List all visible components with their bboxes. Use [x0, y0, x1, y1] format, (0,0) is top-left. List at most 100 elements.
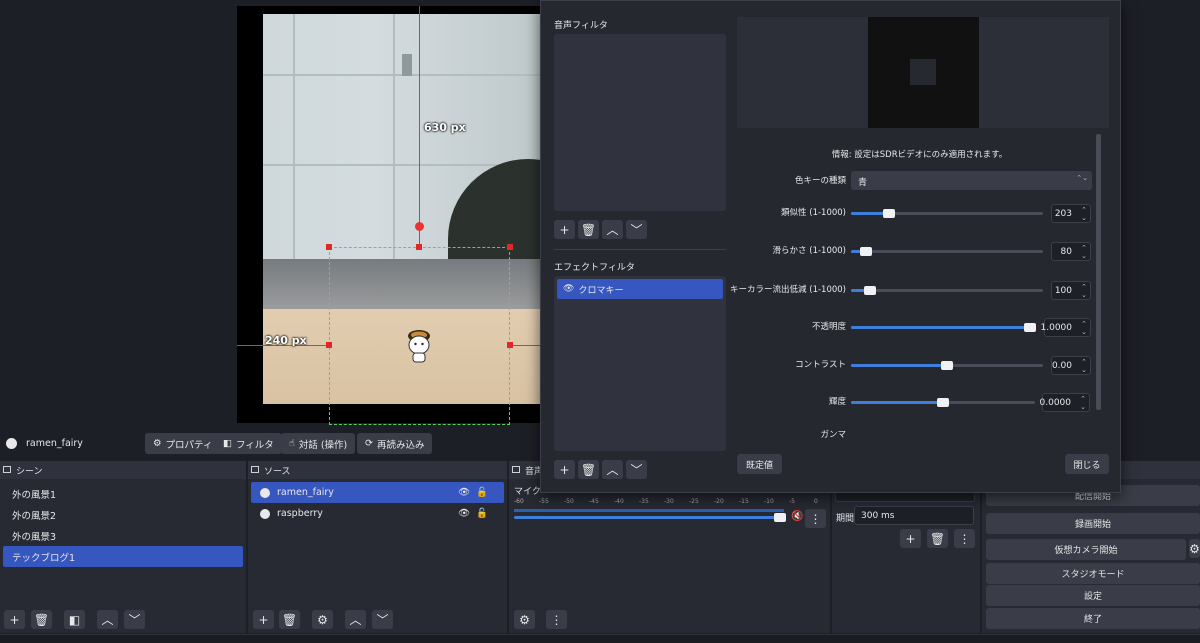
move-scene-up-button[interactable]: ︿ [97, 610, 118, 629]
channel-menu-button[interactable]: ⋮ [805, 509, 826, 528]
defaults-button[interactable]: 既定値 [737, 454, 782, 474]
spin-arrows-icon[interactable]: ⌃ ⌄ [1081, 206, 1087, 222]
lock-icon[interactable]: 🔓 [476, 508, 488, 519]
move-effect-filter-up-button[interactable]: ︿ [602, 460, 623, 479]
add-source-button[interactable]: + [253, 610, 274, 629]
scene-item[interactable]: 外の風景2 [3, 504, 243, 525]
meter-scale-tick: -20 [714, 498, 724, 505]
resize-handle[interactable] [326, 342, 332, 348]
move-source-down-button[interactable]: ﹀ [372, 610, 393, 629]
remove-audio-filter-button[interactable]: 🗑 [578, 220, 599, 239]
scene-item-selected[interactable]: テックブログ1 [3, 546, 243, 567]
property-slider[interactable] [851, 361, 1043, 370]
property-label: キーカラー流出低減 (1-1000) [730, 285, 846, 295]
property-spinbox[interactable]: 1.0000 ⌃ ⌄ [1041, 318, 1091, 337]
properties-scrollbar[interactable] [1096, 134, 1101, 410]
property-spinbox[interactable]: 203 ⌃ ⌄ [1051, 204, 1091, 223]
muted-speaker-icon[interactable]: 🔇 [791, 511, 803, 522]
effect-filter-name: クロマキー [578, 285, 624, 296]
remove-source-button[interactable]: 🗑 [279, 610, 300, 629]
key-color-type-select[interactable]: 青 ⌃⌄ [851, 171, 1092, 190]
horizontal-guide-line-right [511, 345, 540, 346]
source-item[interactable]: raspberry 👁 🔓 [251, 503, 504, 524]
trash-icon: 🗑 [580, 222, 597, 237]
audio-settings-button[interactable]: ⚙ [514, 610, 535, 629]
property-slider[interactable] [851, 323, 1036, 332]
property-slider[interactable] [851, 247, 1043, 256]
start-virtual-camera-button[interactable]: 仮想カメラ開始 [986, 539, 1186, 560]
property-slider-knob[interactable] [883, 209, 896, 218]
gear-icon: ⚙ [519, 612, 530, 627]
property-spinbox[interactable]: 100 ⌃ ⌄ [1051, 281, 1091, 300]
dock-icon [251, 466, 259, 473]
add-scene-button[interactable]: + [4, 610, 25, 629]
move-scene-down-button[interactable]: ﹀ [124, 610, 145, 629]
status-bar [0, 634, 1200, 643]
move-audio-filter-down-button[interactable]: ﹀ [626, 220, 647, 239]
property-spinbox[interactable]: 80 ⌃ ⌄ [1051, 242, 1091, 261]
duration-input[interactable]: 300 ms [854, 506, 974, 525]
move-effect-filter-down-button[interactable]: ﹀ [626, 460, 647, 479]
studio-mode-button[interactable]: スタジオモード [986, 563, 1200, 584]
exit-button[interactable]: 終了 [986, 608, 1200, 629]
source-properties-button[interactable]: ⚙ [312, 610, 333, 629]
sources-dock-title: ソース [248, 461, 507, 479]
resize-handle[interactable] [326, 244, 332, 250]
property-spinbox[interactable]: 0.0000 ⌃ ⌄ [1040, 393, 1090, 412]
dock-icon [512, 466, 520, 473]
start-recording-button[interactable]: 録画開始 [986, 513, 1200, 534]
property-slider[interactable] [851, 398, 1035, 407]
more-vertical-icon: ⋮ [958, 531, 971, 546]
eye-icon[interactable]: 👁 [458, 487, 470, 498]
settings-button[interactable]: 設定 [986, 585, 1200, 606]
property-slider[interactable] [851, 286, 1043, 295]
add-effect-filter-button[interactable]: + [554, 460, 575, 479]
remove-scene-button[interactable]: 🗑 [31, 610, 52, 629]
scene-filters-button[interactable]: ◧ [64, 610, 85, 629]
add-audio-filter-button[interactable]: + [554, 220, 575, 239]
scene-item[interactable]: 外の風景3 [3, 525, 243, 546]
scene-item[interactable]: 外の風景1 [3, 483, 243, 504]
interact-button[interactable]: ☝ 対話 (操作) [281, 433, 356, 454]
property-slider[interactable] [851, 209, 1043, 218]
resize-handle[interactable] [507, 342, 513, 348]
property-slider-knob[interactable] [860, 247, 873, 256]
volume-slider-knob[interactable] [774, 513, 786, 522]
spin-arrows-icon[interactable]: ⌃ ⌄ [1081, 358, 1087, 374]
spin-arrows-icon[interactable]: ⌃ ⌄ [1081, 320, 1087, 336]
remove-transition-button[interactable]: 🗑 [927, 529, 948, 548]
volume-slider[interactable] [514, 513, 786, 522]
property-slider-knob[interactable] [941, 361, 953, 370]
filter-preview [737, 17, 1109, 128]
property-slider-knob[interactable] [937, 398, 949, 407]
add-transition-button[interactable]: + [900, 529, 921, 548]
properties-button[interactable]: ⚙ プロパティ [145, 433, 221, 454]
move-audio-filter-up-button[interactable]: ︿ [602, 220, 623, 239]
lock-icon[interactable]: 🔓 [476, 487, 488, 498]
spin-arrows-icon[interactable]: ⌃ ⌄ [1080, 395, 1086, 411]
reload-button[interactable]: ⟳ 再読み込み [357, 433, 433, 454]
property-slider-knob[interactable] [864, 286, 877, 295]
eye-icon[interactable]: 👁 [458, 508, 470, 519]
spin-arrows-icon[interactable]: ⌃ ⌄ [1081, 244, 1087, 260]
spin-arrows-icon[interactable]: ⌃ ⌄ [1081, 283, 1087, 299]
virtual-camera-settings-button[interactable]: ⚙ [1189, 539, 1200, 558]
property-slider-knob[interactable] [1024, 323, 1036, 332]
property-slider-fill [851, 364, 947, 367]
move-source-up-button[interactable]: ︿ [345, 610, 366, 629]
resize-handle[interactable] [416, 244, 422, 250]
remove-effect-filter-button[interactable]: 🗑 [578, 460, 599, 479]
chevron-down-icon: ﹀ [630, 223, 643, 237]
source-item-selected[interactable]: ramen_fairy 👁 🔓 [251, 482, 504, 503]
resize-handle[interactable] [507, 244, 513, 250]
filters-button[interactable]: ◧ フィルタ [215, 433, 282, 454]
audio-menu-button[interactable]: ⋮ [546, 610, 567, 629]
property-spinbox[interactable]: 0.00 ⌃ ⌄ [1051, 356, 1091, 375]
property-value: 100 [1054, 285, 1072, 296]
chevron-down-icon: ﹀ [376, 613, 389, 627]
filters-dialog: 音声フィルタ + 🗑 ︿ ﹀ エフェクトフィルタ 👁 クロマキー + 🗑 ︿ ﹀… [540, 0, 1121, 493]
transition-menu-button[interactable]: ⋮ [954, 529, 975, 548]
guide-anchor [415, 222, 424, 231]
eye-icon[interactable]: 👁 [563, 284, 574, 294]
close-button[interactable]: 閉じる [1065, 454, 1109, 474]
